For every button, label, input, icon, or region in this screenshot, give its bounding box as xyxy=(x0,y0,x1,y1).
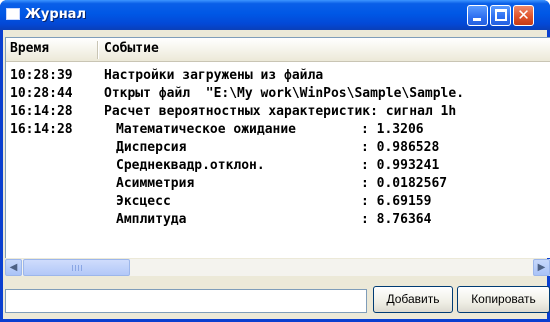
stat-value: : 0.986528 xyxy=(361,140,440,155)
log-time: 10:28:39 xyxy=(10,68,73,83)
log-event: Расчет вероятностных характеристик: сигн… xyxy=(104,104,457,119)
stats-row[interactable]: Эксцесс : 6.69159 xyxy=(6,193,550,211)
stat-label: Среднеквадр.отклон. xyxy=(116,158,265,173)
log-list[interactable]: Время Событие 10:28:39 Настройки загруже… xyxy=(5,37,550,258)
chevron-left-icon: ◀ xyxy=(9,262,18,273)
log-time: 16:14:28 xyxy=(10,104,73,119)
stat-value: : 0.993241 xyxy=(361,158,440,173)
minimize-icon xyxy=(473,18,481,21)
stat-label: Асимметрия xyxy=(116,176,195,191)
grip-line xyxy=(72,265,73,271)
column-header-time[interactable]: Время xyxy=(10,38,97,60)
stat-label: Амплитуда xyxy=(116,212,187,227)
minimize-button[interactable] xyxy=(467,5,488,26)
log-row[interactable]: 16:14:28 Расчет вероятностных характерис… xyxy=(6,103,550,121)
log-row[interactable]: 10:28:39 Настройки загружены из файла xyxy=(6,67,550,85)
grip-line xyxy=(81,265,82,271)
stats-row[interactable]: Среднеквадр.отклон. : 0.993241 xyxy=(6,157,550,175)
scroll-right-button[interactable]: ▶ xyxy=(533,259,550,276)
grip-line xyxy=(75,265,76,271)
stat-value: : 0.0182567 xyxy=(361,176,448,191)
maximize-button[interactable] xyxy=(490,5,511,26)
chevron-right-icon: ▶ xyxy=(537,262,546,273)
stat-label: Математическое ожидание xyxy=(116,122,297,137)
log-event: Настройки загружены из файла xyxy=(104,68,324,83)
log-event: Открыт файл "E:\My work\WinPos\Sample\Sa… xyxy=(104,86,465,101)
close-button[interactable]: ✕ xyxy=(513,5,534,26)
log-time: 10:28:44 xyxy=(10,86,73,101)
window-icon xyxy=(6,8,20,20)
log-time: 16:14:28 xyxy=(10,122,73,137)
stat-label: Дисперсия xyxy=(116,140,187,155)
scroll-thumb[interactable] xyxy=(23,259,130,276)
list-header: Время Событие xyxy=(6,38,550,62)
copy-button[interactable]: Копировать xyxy=(457,286,550,313)
stats-row[interactable]: Асимметрия : 0.0182567 xyxy=(6,175,550,193)
close-icon: ✕ xyxy=(517,6,530,24)
stat-label: Эксцесс xyxy=(116,194,171,209)
stats-row[interactable]: Амплитуда : 8.76364 xyxy=(6,211,550,229)
horizontal-scrollbar[interactable]: ◀ ▶ xyxy=(5,259,550,276)
stat-value: : 1.3206 xyxy=(361,122,424,137)
grip-line xyxy=(78,265,79,271)
title-bar[interactable]: Журнал ✕ xyxy=(0,0,550,30)
column-header-event[interactable]: Событие xyxy=(104,38,544,60)
scroll-left-button[interactable]: ◀ xyxy=(5,259,22,276)
log-row[interactable]: 10:28:44 Открыт файл "E:\My work\WinPos\… xyxy=(6,85,550,103)
window-title: Журнал xyxy=(25,7,86,22)
stats-row[interactable]: Дисперсия : 0.986528 xyxy=(6,139,550,157)
stats-row[interactable]: 16:14:28 Математическое ожидание : 1.320… xyxy=(6,121,550,139)
message-input[interactable] xyxy=(5,289,367,313)
add-button[interactable]: Добавить xyxy=(373,286,453,313)
maximize-icon xyxy=(495,9,507,21)
stat-value: : 6.69159 xyxy=(361,194,432,209)
stat-value: : 8.76364 xyxy=(361,212,432,227)
column-divider[interactable] xyxy=(97,41,99,59)
